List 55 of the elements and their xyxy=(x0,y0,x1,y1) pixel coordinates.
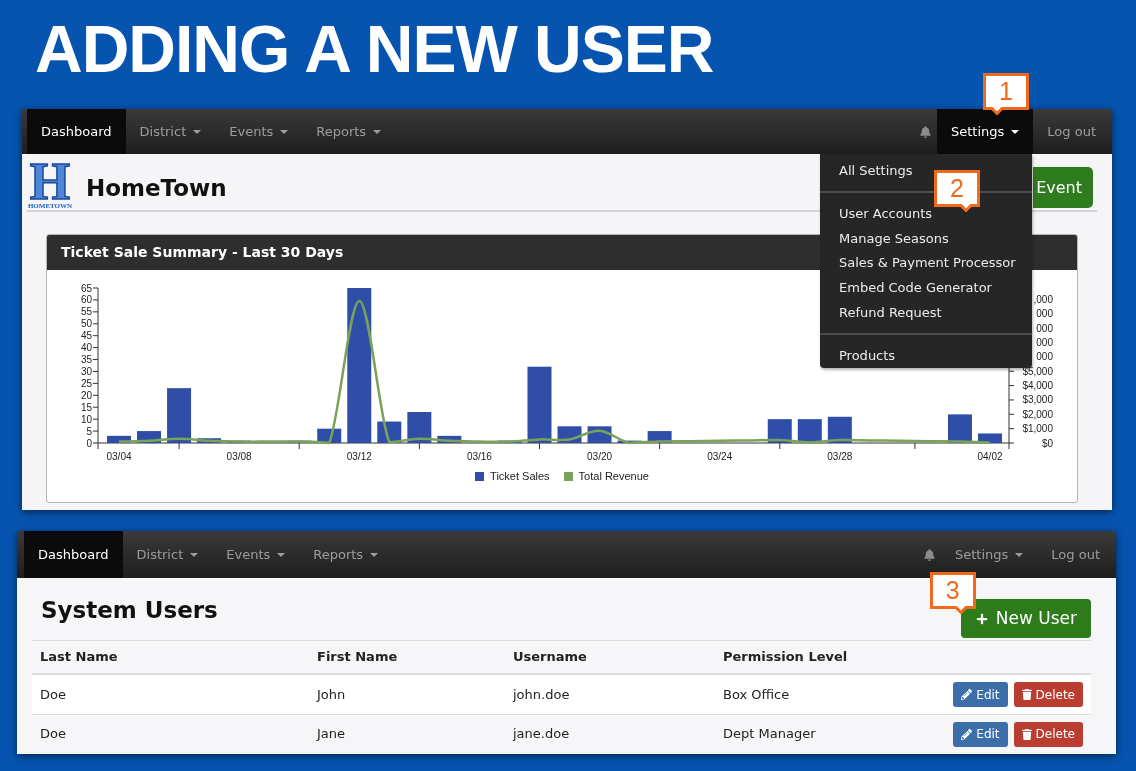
axis-label: 03/08 xyxy=(226,451,252,462)
axis-label: 35 xyxy=(80,354,92,366)
legend-label: Total Revenue xyxy=(578,468,649,484)
axis-label: 03/12 xyxy=(346,451,372,462)
step-callout: 2 xyxy=(934,169,980,212)
step-callout: 3 xyxy=(929,572,976,614)
axis-label: 000 xyxy=(1036,308,1053,320)
card-title: Ticket Sale Summary - Last 30 Days xyxy=(61,243,344,262)
axis-label: 000 xyxy=(1036,351,1053,363)
column-header: Permission Level xyxy=(723,648,848,667)
axis-label: ,000 xyxy=(1033,294,1053,305)
axis-label: $5,000 xyxy=(1022,365,1053,377)
axis-label: 40 xyxy=(80,342,92,354)
axis-label: 000 xyxy=(1036,322,1053,334)
table-cell-text: John xyxy=(317,685,346,704)
axis-label: 20 xyxy=(80,389,92,401)
axis-label: 45 xyxy=(80,330,92,342)
table-cell-text: john.doe xyxy=(513,685,570,704)
axis-label: 000 xyxy=(1036,337,1053,349)
axis-label: $1,000 xyxy=(1022,423,1053,435)
axis-label: 30 xyxy=(80,365,92,377)
axis-label: 10 xyxy=(80,413,92,425)
axis-label: 03/04 xyxy=(106,451,132,462)
table-cell-text: Box Office xyxy=(723,685,790,704)
step-callout: 1 xyxy=(983,73,1029,115)
column-header: Last Name xyxy=(40,648,118,667)
axis-label: $3,000 xyxy=(1022,394,1053,406)
axis-label: $4,000 xyxy=(1022,380,1053,392)
axis-label: 60 xyxy=(80,294,92,306)
slide-title: ADDING A NEW USER xyxy=(35,16,714,82)
axis-label: 50 xyxy=(80,318,92,330)
axis-label: 03/24 xyxy=(707,451,733,462)
logo-letter: H xyxy=(29,162,71,202)
axis-label: 5 xyxy=(86,425,92,437)
table-cell-text: Dept Manager xyxy=(723,725,816,744)
site-title: HomeTown xyxy=(86,174,227,203)
axis-label: 04/02 xyxy=(977,451,1003,462)
axis-label: 03/16 xyxy=(466,451,492,462)
axis-label: 03/20 xyxy=(587,451,613,462)
column-header: Username xyxy=(513,648,587,667)
table-cell-text: Doe xyxy=(40,725,66,744)
table-cell-text: jane.doe xyxy=(513,725,570,744)
axis-label: 55 xyxy=(80,306,92,318)
legend-label: Ticket Sales xyxy=(490,468,550,484)
axis-label: 15 xyxy=(80,401,92,413)
page-heading: System Users xyxy=(41,596,218,625)
axis-label: 03/28 xyxy=(827,451,853,462)
column-header: First Name xyxy=(317,648,398,667)
axis-label: $2,000 xyxy=(1022,408,1053,420)
table-cell-text: Jane xyxy=(317,725,346,744)
table-cell-text: Doe xyxy=(40,685,66,704)
axis-label: 0 xyxy=(86,437,92,449)
axis-label: 65 xyxy=(80,282,92,294)
axis-label: $0 xyxy=(1041,437,1053,449)
axis-label: 25 xyxy=(80,377,92,389)
